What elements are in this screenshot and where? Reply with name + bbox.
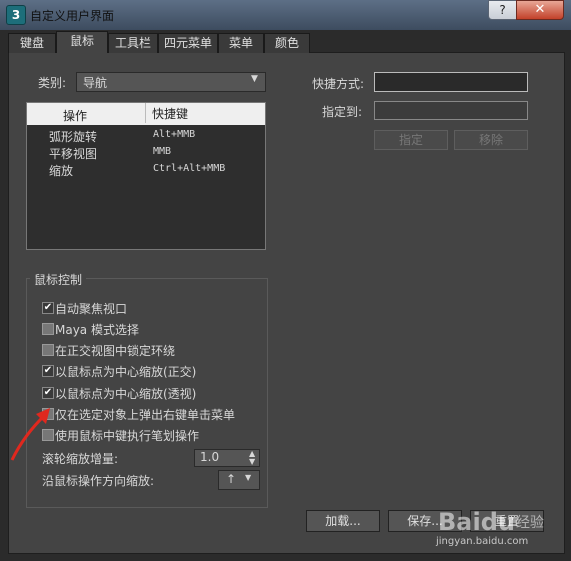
checkbox-unchecked-icon (42, 344, 54, 356)
list-item[interactable]: 平移视图 MMB (27, 145, 265, 161)
watermark-url: jingyan.baidu.com (436, 536, 529, 547)
watermark-logo: Baidu (438, 508, 515, 536)
chevron-down-icon: ▼ (245, 473, 252, 482)
tab-colors[interactable]: 颜色 (264, 33, 310, 53)
action-name: 缩放 (49, 164, 74, 178)
checkbox-label: 以鼠标点为中心缩放(透视) (55, 387, 197, 401)
list-item[interactable]: 弧形旋转 Alt+MMB (27, 128, 265, 144)
watermark: Baidu 经验 jingyan.baidu.com (430, 500, 550, 552)
remove-button[interactable]: 移除 (454, 130, 528, 150)
wheel-zoom-spinner[interactable]: 1.0 ▲ ▼ (194, 449, 260, 467)
category-value: 导航 (83, 76, 108, 90)
zoom-direction-label: 沿鼠标操作方向缩放: (42, 474, 155, 488)
tab-keyboard[interactable]: 键盘 (8, 33, 56, 53)
action-shortcut: Alt+MMB (153, 129, 196, 140)
shortcut-input[interactable] (374, 72, 528, 92)
list-header: 操作 快捷键 (27, 103, 265, 125)
annotation-arrow-icon (10, 408, 50, 461)
column-header-shortcut[interactable]: 快捷键 (145, 103, 188, 123)
checkbox-label: 以鼠标点为中心缩放(正交) (55, 365, 197, 379)
checkbox-label: 在正交视图中锁定环绕 (55, 344, 176, 358)
list-item[interactable]: 缩放 Ctrl+Alt+MMB (27, 162, 265, 178)
action-shortcut: Ctrl+Alt+MMB (153, 163, 226, 174)
title-bar: 3 自定义用户界面 ? ✕ (0, 0, 571, 30)
checkbox-label: Maya 模式选择 (55, 323, 139, 337)
checkbox-checked-icon: ✔ (42, 365, 54, 377)
zoom-direction-dropdown[interactable]: ↑ ▼ (218, 470, 260, 490)
checkbox-unchecked-icon (42, 323, 54, 335)
category-label: 类别: (38, 76, 67, 90)
tab-menus[interactable]: 菜单 (218, 33, 264, 53)
column-header-action[interactable]: 操作 (63, 107, 87, 124)
shortcut-label: 快捷方式: (312, 77, 365, 91)
window-title: 自定义用户界面 (30, 9, 115, 23)
wheel-zoom-value: 1.0 (200, 450, 220, 464)
assign-button[interactable]: 指定 (374, 130, 448, 150)
tab-quad-menus[interactable]: 四元菜单 (158, 33, 218, 53)
spinner-arrows-icon[interactable]: ▲ ▼ (249, 450, 255, 466)
checkbox-label: 自动聚焦视口 (55, 302, 128, 316)
checkbox-label: 使用鼠标中键执行笔划操作 (55, 429, 200, 443)
mouse-control-title: 鼠标控制 (30, 271, 87, 288)
action-name: 平移视图 (49, 147, 98, 161)
load-button[interactable]: 加载... (306, 510, 380, 532)
tab-mouse[interactable]: 鼠标 (56, 31, 108, 53)
watermark-sub: 经验 (516, 515, 544, 531)
help-button[interactable]: ? (488, 0, 517, 20)
checkbox-label: 仅在选定对象上弹出右键单击菜单 (55, 408, 236, 422)
direction-value: ↑ (226, 472, 237, 486)
checkbox-checked-icon: ✔ (42, 302, 54, 314)
chevron-down-icon: ▼ (251, 74, 258, 84)
tab-toolbars[interactable]: 工具栏 (108, 33, 158, 53)
assigned-field (374, 101, 528, 120)
action-shortcut: MMB (153, 146, 172, 157)
action-name: 弧形旋转 (49, 130, 98, 144)
app-icon: 3 (6, 5, 26, 25)
close-button[interactable]: ✕ (516, 0, 564, 20)
action-list[interactable]: 操作 快捷键 弧形旋转 Alt+MMB 平移视图 MMB 缩放 Ctrl+Alt… (26, 102, 266, 250)
category-dropdown[interactable]: 导航 ▼ (76, 72, 266, 92)
assigned-label: 指定到: (322, 105, 363, 119)
